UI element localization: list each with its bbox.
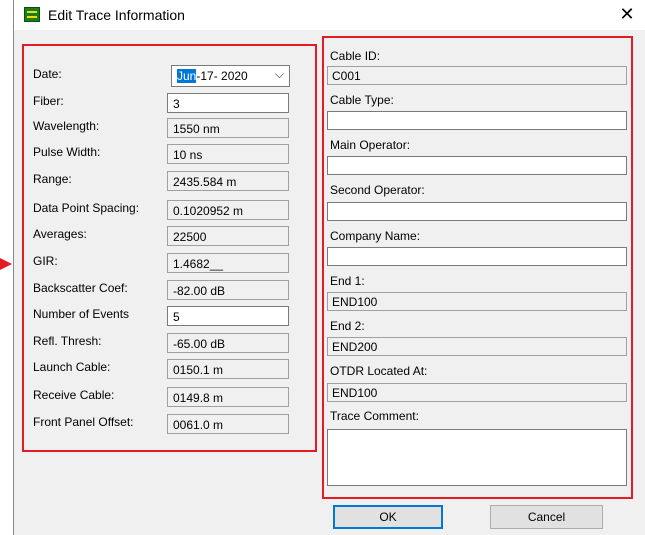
param-label: Number of Events: [33, 307, 130, 321]
otdr-located-field: END100: [327, 383, 627, 402]
end2-field: END200: [327, 337, 627, 356]
param-label: Data Point Spacing:: [33, 201, 140, 215]
param-label: Receive Cable:: [33, 388, 115, 402]
trace-comment-label: Trace Comment:: [330, 409, 419, 423]
param-label: Refl. Thresh:: [33, 334, 102, 348]
close-icon[interactable]: ✕: [616, 4, 638, 24]
param-label: Averages:: [33, 227, 87, 241]
param-value: -65.00 dB: [167, 333, 289, 353]
end1-label: End 1:: [330, 274, 365, 288]
second-operator-input[interactable]: [327, 202, 627, 221]
param-value: 1550 nm: [167, 118, 289, 138]
param-label: Backscatter Coef:: [33, 281, 128, 295]
param-label: Fiber:: [33, 94, 64, 108]
cable-type-input[interactable]: [327, 111, 627, 130]
param-value: 22500: [167, 226, 289, 246]
param-value: 0061.0 m: [167, 414, 289, 434]
param-value: 1.4682__: [167, 253, 289, 273]
end1-field: END100: [327, 292, 627, 311]
param-value: 2435.584 m: [167, 171, 289, 191]
left-annotation-arrow: [0, 258, 12, 270]
param-label: Launch Cable:: [33, 360, 111, 374]
date-picker[interactable]: Jun-17- 2020 ⌵: [171, 65, 290, 87]
param-value: 0150.1 m: [167, 359, 289, 379]
date-rest: -17- 2020: [196, 69, 248, 83]
param-value: -82.00 dB: [167, 280, 289, 300]
date-label: Date:: [33, 67, 62, 81]
trace-comment-input[interactable]: [327, 429, 627, 486]
cable-id-field: C001: [327, 66, 627, 85]
cable-type-label: Cable Type:: [330, 93, 394, 107]
app-logo-icon: [24, 7, 40, 22]
ok-button[interactable]: OK: [333, 505, 443, 529]
company-name-input[interactable]: [327, 247, 627, 266]
cable-id-label: Cable ID:: [330, 49, 381, 63]
param-value: 0.1020952 m: [167, 200, 289, 220]
param-label: GIR:: [33, 254, 58, 268]
param-input[interactable]: 5: [167, 306, 289, 326]
main-operator-input[interactable]: [327, 156, 627, 175]
cancel-button[interactable]: Cancel: [490, 505, 603, 529]
param-label: Front Panel Offset:: [33, 415, 134, 429]
window-title: Edit Trace Information: [48, 7, 185, 23]
second-operator-label: Second Operator:: [330, 183, 425, 197]
main-operator-label: Main Operator:: [330, 138, 411, 152]
param-label: Pulse Width:: [33, 145, 101, 159]
param-label: Range:: [33, 172, 72, 186]
company-name-label: Company Name:: [330, 229, 421, 243]
param-value: 0149.8 m: [167, 387, 289, 407]
otdr-located-label: OTDR Located At:: [330, 364, 428, 378]
param-value: 10 ns: [167, 144, 289, 164]
chevron-down-icon[interactable]: ⌵: [275, 67, 284, 82]
param-label: Wavelength:: [33, 119, 100, 133]
param-input[interactable]: 3: [167, 93, 289, 113]
title-bar: Edit Trace Information ✕: [14, 0, 645, 30]
end2-label: End 2:: [330, 319, 365, 333]
date-month: Jun: [177, 69, 197, 83]
